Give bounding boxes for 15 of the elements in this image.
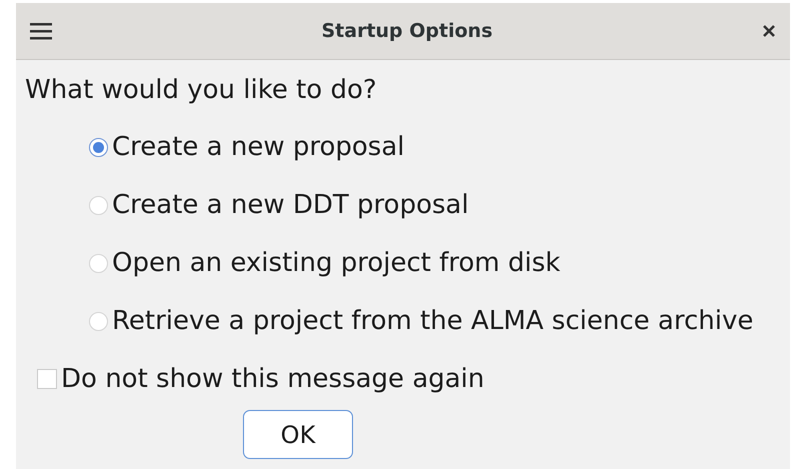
option-label: Open an existing project from disk — [112, 246, 560, 280]
radio-button[interactable] — [89, 254, 108, 272]
option-label: Create a new DDT proposal — [112, 188, 469, 222]
checkbox[interactable] — [37, 369, 57, 389]
checkbox-label: Do not show this message again — [61, 362, 484, 396]
ok-button[interactable]: OK — [243, 410, 353, 459]
prompt-text: What would you like to do? — [25, 74, 377, 107]
radio-button[interactable] — [89, 138, 108, 156]
radio-button[interactable] — [89, 196, 108, 214]
menu-icon[interactable] — [30, 22, 52, 40]
radio-button[interactable] — [89, 312, 108, 330]
close-icon[interactable] — [762, 24, 776, 38]
window-title: Startup Options — [321, 18, 493, 44]
option-label: Retrieve a project from the ALMA science archive — [112, 304, 754, 338]
option-label: Create a new proposal — [112, 130, 404, 164]
